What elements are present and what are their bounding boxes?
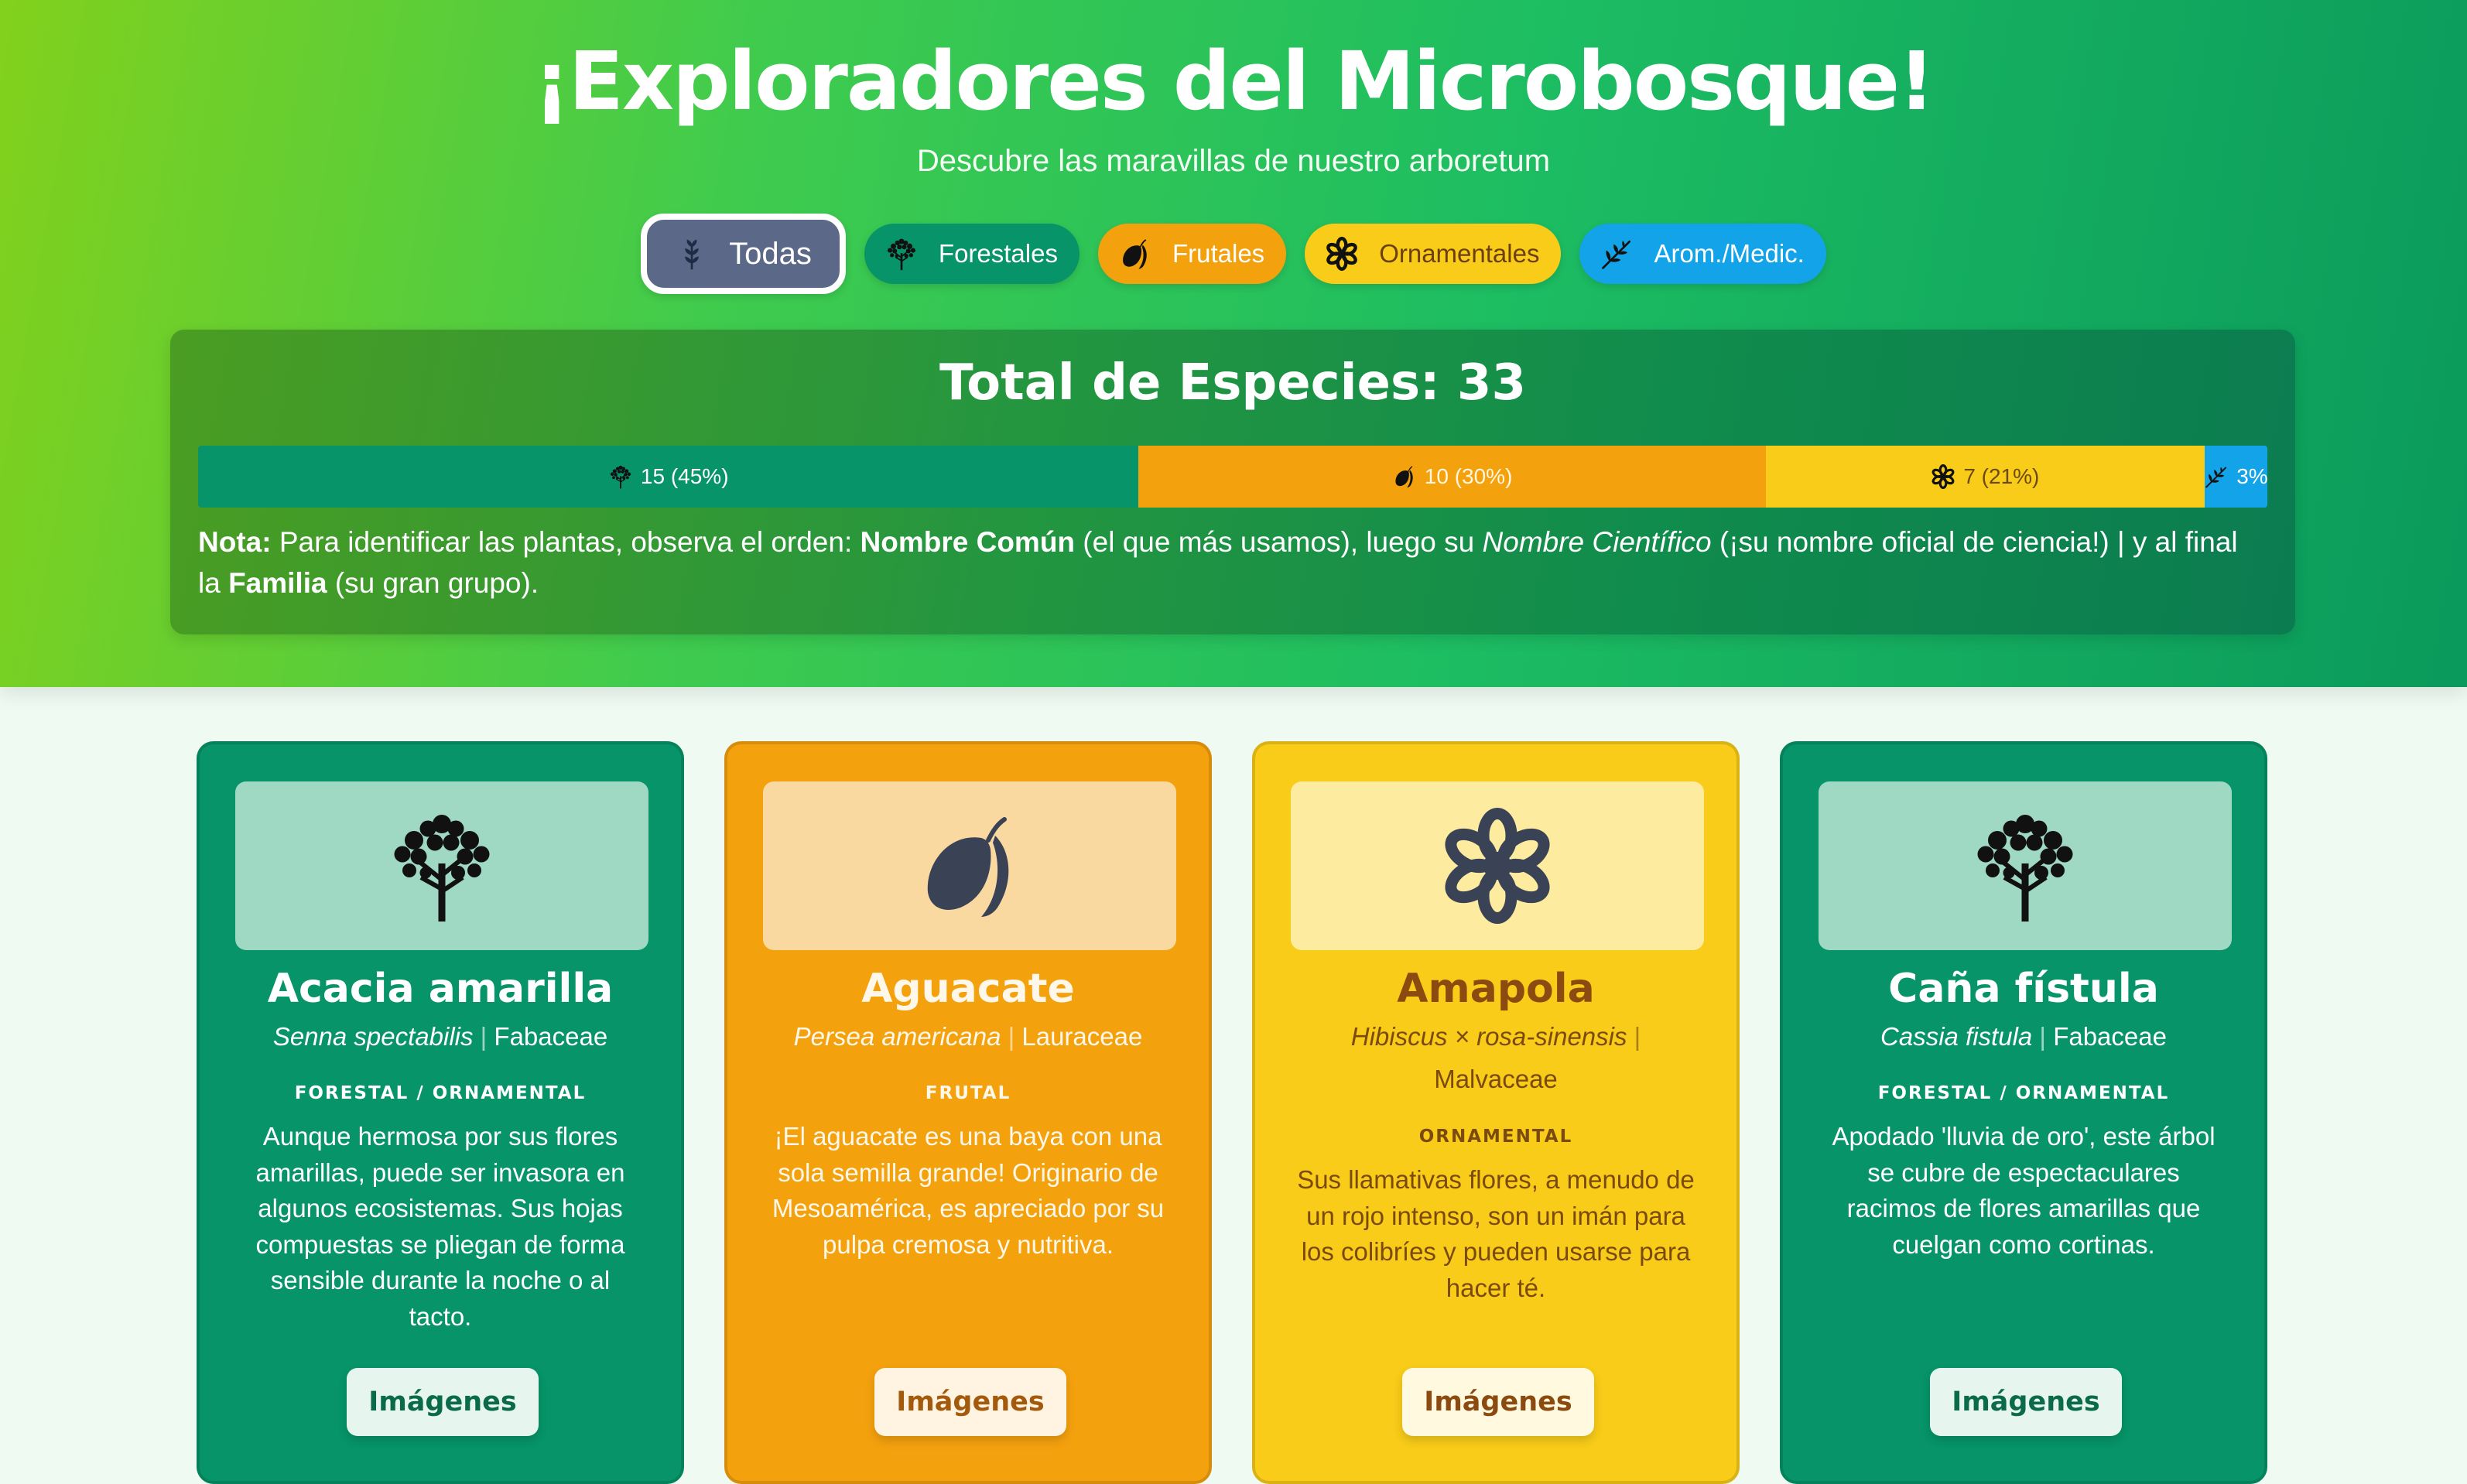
note-text: Para identificar las plantas, observa el… [271,526,861,558]
flower-icon [1439,808,1555,924]
species-card: Amapola Hibiscus × rosa-sinensis | Malva… [1252,741,1740,1484]
species-taxonomy: Persea americana | Lauraceae [793,1022,1143,1051]
segment-label: 15 (45%) [640,464,729,488]
tree-icon [884,237,919,271]
species-common-name: Aguacate [861,966,1075,1012]
species-category: ORNAMENTAL [1418,1127,1573,1147]
bar-segment-frutales: 10 (30%) [1138,446,1766,508]
species-card-grid: Acacia amarilla Senna spectabilis | Faba… [197,741,2267,1484]
species-scientific-name: Senna spectabilis [272,1022,474,1051]
page-subtitle: Descubre las maravillas de nuestro arbor… [916,144,1551,178]
segment-label: 7 (21%) [1963,464,2040,488]
species-card: Caña fístula Cassia fistula | Fabaceae F… [1780,741,2267,1484]
page-title: ¡Exploradores del Microbosque! [533,34,1935,128]
segment-label: 10 (30%) [1424,464,1513,488]
species-family: Lauraceae [1021,1022,1143,1051]
bar-segment-forestales: 15 (45%) [198,446,1139,508]
note-text: (su gran grupo). [327,567,539,599]
filter-label: Frutales [1172,239,1265,268]
note-common-name: Nombre Común [860,526,1076,558]
species-image-placeholder [763,781,1176,950]
herb-icon [1600,237,1634,271]
species-scientific-name: Persea americana [793,1022,1001,1051]
mango-icon [1392,464,1417,489]
filter-label: Todas [729,236,812,271]
filter-todas-button[interactable]: Todas [641,214,846,294]
filter-bar: Todas Forestales Frutales Ornamentales A… [0,214,2467,294]
species-description: ¡El aguacate es una baya con una sola se… [772,1122,1165,1259]
species-category: FORESTAL / ORNAMENTAL [294,1083,587,1103]
distribution-bar: 15 (45%) 10 (30%) 7 (21%) 3% [198,446,2267,508]
images-button[interactable]: Imágenes [1930,1368,2122,1436]
species-summary-panel: Total de Especies: 33 15 (45%) 10 (30%) … [170,330,2295,634]
note-family: Familia [228,567,327,599]
herb-icon [2204,464,2229,489]
filter-forestales-button[interactable]: Forestales [864,224,1080,284]
note-scientific-name: Nombre Científico [1482,526,1712,558]
total-species-heading: Total de Especies: 33 [939,354,1526,412]
species-category: FRUTAL [925,1083,1011,1103]
mango-icon [1118,237,1152,271]
filter-label: Forestales [938,239,1058,268]
header-banner: ¡Exploradores del Microbosque! Descubre … [0,0,2467,687]
segment-label: 3% [2236,464,2267,488]
note-label: Nota: [198,526,272,558]
filter-label: Ornamentales [1379,239,1540,268]
bar-segment-aromaticas: 3% [2205,446,2267,508]
species-image-placeholder [1819,781,2232,950]
species-description: Apodado 'lluvia de oro', este árbol se c… [1832,1122,2216,1259]
species-description: Sus llamativas flores, a menudo de un ro… [1297,1165,1695,1302]
species-scientific-name: Hibiscus × rosa-sinensis [1350,1022,1627,1051]
species-family: Fabaceae [494,1022,608,1051]
species-common-name: Acacia amarilla [267,966,614,1012]
tree-icon [1967,808,2083,924]
species-card: Acacia amarilla Senna spectabilis | Faba… [197,741,684,1484]
species-family: Malvaceae [1434,1065,1558,1093]
flower-icon [1931,464,1955,489]
species-taxonomy: Senna spectabilis | Fabaceae [272,1022,608,1051]
species-common-name: Caña fístula [1888,966,2159,1012]
filter-frutales-button[interactable]: Frutales [1097,224,1287,284]
species-scientific-name: Cassia fistula [1880,1022,2033,1051]
species-common-name: Amapola [1397,966,1595,1012]
images-button[interactable]: Imágenes [1402,1368,1594,1436]
filter-aromaticas-button[interactable]: Arom./Medic. [1579,224,1826,284]
tree-icon [608,464,633,489]
sprout-icon [675,237,709,271]
tree-icon [384,808,500,924]
filter-label: Arom./Medic. [1654,239,1805,268]
species-taxonomy: Hibiscus × rosa-sinensis | Malvaceae [1350,1022,1641,1093]
note-text: (el que más usamos), luego su [1075,526,1483,558]
bar-segment-ornamentales: 7 (21%) [1765,446,2205,508]
flower-icon [1325,237,1359,271]
species-card: Aguacate Persea americana | Lauraceae FR… [724,741,1212,1484]
species-category: FORESTAL / ORNAMENTAL [1877,1083,2170,1103]
species-image-placeholder [235,781,648,950]
filter-ornamentales-button[interactable]: Ornamentales [1305,224,1562,284]
identification-note: Nota: Para identificar las plantas, obse… [198,521,2267,604]
images-button[interactable]: Imágenes [347,1368,539,1436]
species-image-placeholder [1291,781,1704,950]
species-description: Aunque hermosa por sus flores amarillas,… [255,1122,625,1331]
images-button[interactable]: Imágenes [874,1368,1066,1436]
species-taxonomy: Cassia fistula | Fabaceae [1880,1022,2167,1051]
mango-icon [912,808,1028,924]
species-family: Fabaceae [2053,1022,2167,1051]
